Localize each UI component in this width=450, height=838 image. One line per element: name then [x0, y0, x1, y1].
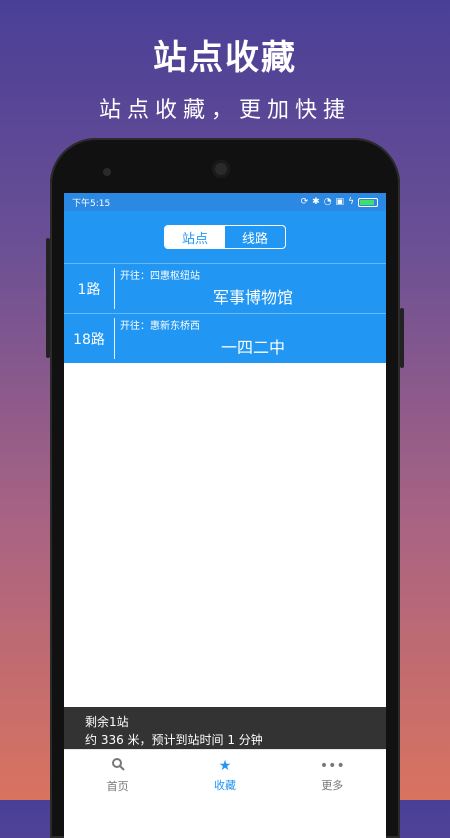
phone-frame: 下午5:15 ⟳ ✱ ◔ ▣ ϟ 站点 线路 1路 开往：四惠枢纽站 军事博物馆…: [46, 138, 404, 838]
route-number: 1路: [64, 268, 115, 309]
nav-home[interactable]: 首页: [64, 750, 171, 801]
status-time: 下午5:15: [72, 198, 111, 209]
nav-home-label: 首页: [106, 780, 129, 793]
segmented-control: 站点 线路: [164, 225, 286, 249]
direction-label: 开往：惠新东桥西: [120, 321, 200, 332]
direction-label: 开往：四惠枢纽站: [120, 271, 200, 282]
tab-routes[interactable]: 线路: [225, 226, 285, 248]
search-icon: [111, 757, 125, 774]
app-screen: 下午5:15 ⟳ ✱ ◔ ▣ ϟ 站点 线路 1路 开往：四惠枢纽站 军事博物馆…: [64, 193, 386, 838]
stop-name: 一四二中: [220, 338, 285, 357]
status-bar: 下午5:15 ⟳ ✱ ◔ ▣ ϟ: [64, 193, 386, 211]
list-item[interactable]: 1路 开往：四惠枢纽站 军事博物馆: [64, 263, 386, 313]
route-number: 18路: [64, 318, 115, 359]
hero-subtitle: 站点收藏，更加快捷: [98, 98, 351, 123]
list-item[interactable]: 18路 开往：惠新东桥西 一四二中: [64, 313, 386, 363]
wifi-icon: ◔: [323, 197, 332, 207]
sim-icon: ▣: [335, 197, 345, 207]
stop-info: 开往：惠新东桥西 一四二中: [115, 314, 386, 363]
remaining-stops: 剩余1站: [85, 715, 129, 729]
favorites-panel: 站点 线路 1路 开往：四惠枢纽站 军事博物馆 18路 开往：惠新东桥西 一四二…: [64, 211, 386, 363]
sync-icon: ⟳: [300, 197, 309, 207]
volume-button: [46, 238, 50, 358]
bottom-nav: 首页 ★ 收藏 ••• 更多: [64, 749, 386, 801]
hero-title: 站点收藏: [153, 38, 297, 78]
status-icons: ⟳ ✱ ◔ ▣ ϟ: [301, 197, 378, 207]
nav-favorites-label: 收藏: [213, 778, 236, 792]
tab-stations[interactable]: 站点: [165, 226, 225, 248]
star-icon: ★: [218, 757, 232, 774]
nav-more[interactable]: ••• 更多: [279, 750, 386, 801]
bluetooth-icon: ✱: [312, 197, 320, 207]
arrival-details: 约 336 米，预计到站时间 1 分钟: [85, 733, 263, 747]
nav-more-label: 更多: [321, 778, 344, 792]
battery-icon: [358, 197, 378, 207]
favorite-list: 1路 开往：四惠枢纽站 军事博物馆 18路 开往：惠新东桥西 一四二中: [64, 263, 386, 363]
segment-container: 站点 线路: [64, 211, 386, 263]
power-button: [400, 308, 404, 368]
phone-speaker: [212, 160, 230, 178]
stop-name: 军事博物馆: [212, 288, 293, 307]
charge-icon: ϟ: [348, 197, 354, 207]
phone-sensor: [103, 168, 111, 176]
nav-favorites[interactable]: ★ 收藏: [171, 750, 278, 801]
arrival-info: 剩余1站 约 336 米，预计到站时间 1 分钟: [64, 707, 386, 755]
stop-info: 开往：四惠枢纽站 军事博物馆: [115, 264, 386, 313]
more-icon: •••: [319, 757, 345, 774]
